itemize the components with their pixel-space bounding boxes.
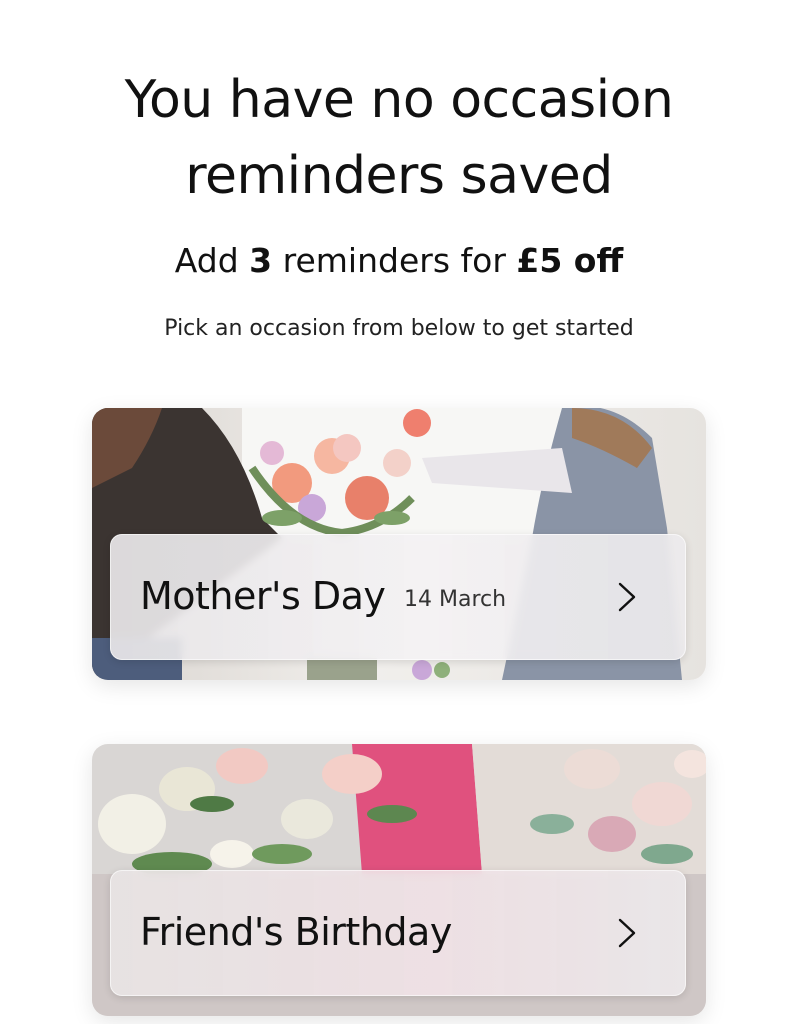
chevron-right-icon[interactable] <box>612 578 642 616</box>
offer-count: 3 <box>249 241 273 280</box>
instruction-text: Pick an occasion from below to get start… <box>164 316 634 341</box>
offer-discount: £5 off <box>516 241 624 280</box>
occasion-panel: Friend's Birthday <box>110 870 686 996</box>
occasion-panel: Mother's Day 14 March <box>110 534 686 660</box>
occasion-title: Friend's Birthday <box>140 910 452 954</box>
page-title: You have no occasion reminders saved <box>0 62 798 214</box>
occasion-card-friends-birthday[interactable]: Friend's Birthday <box>92 744 706 1016</box>
offer-middle: reminders for <box>272 241 517 280</box>
offer-prefix: Add <box>174 241 250 280</box>
chevron-right-icon[interactable] <box>612 914 642 952</box>
occasion-card-mothers-day[interactable]: Mother's Day 14 March <box>92 408 706 680</box>
page-title-line-2: reminders saved <box>185 146 613 206</box>
page-title-line-1: You have no occasion <box>124 70 674 130</box>
occasion-date: 14 March <box>404 587 507 612</box>
occasion-title: Mother's Day <box>140 574 386 618</box>
offer-text: Add 3 reminders for £5 off <box>0 238 798 284</box>
